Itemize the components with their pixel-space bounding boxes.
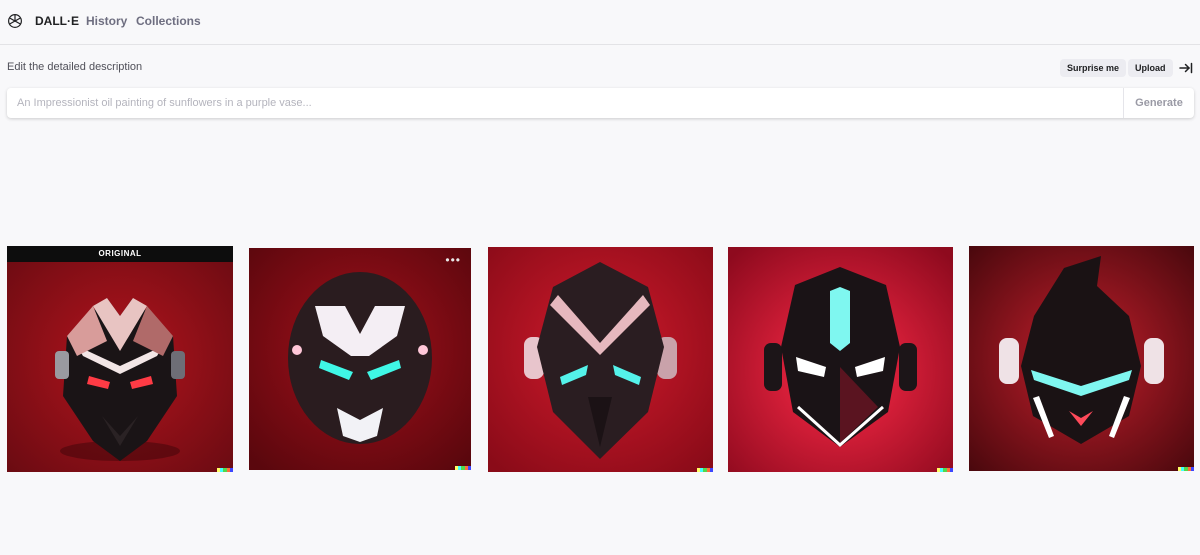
collapse-right-icon[interactable]: [1178, 60, 1194, 76]
helmet-image: [728, 247, 953, 472]
original-image[interactable]: ORIGINAL: [7, 246, 233, 472]
helmet-image: [488, 247, 713, 472]
upload-button[interactable]: Upload: [1128, 59, 1173, 77]
surprise-me-button[interactable]: Surprise me: [1060, 59, 1127, 77]
nav-collections[interactable]: Collections: [136, 14, 201, 28]
dalle-signature: [697, 468, 713, 472]
original-badge: ORIGINAL: [7, 246, 233, 262]
top-bar: DALL·E History Collections: [0, 0, 1200, 45]
openai-logo-icon[interactable]: [6, 12, 24, 30]
helmet-image: [7, 246, 233, 472]
more-options-icon[interactable]: •••: [445, 254, 461, 266]
dalle-signature: [455, 466, 471, 470]
brand-title[interactable]: DALL·E: [35, 14, 79, 28]
dalle-signature: [217, 468, 233, 472]
variation-image[interactable]: •••: [249, 248, 471, 470]
helmet-image: [249, 248, 471, 470]
dalle-signature: [1178, 467, 1194, 471]
variation-image[interactable]: [488, 247, 713, 472]
dalle-signature: [937, 468, 953, 472]
variation-image[interactable]: [728, 247, 953, 472]
prompt-box: Generate: [7, 88, 1194, 118]
description-label: Edit the detailed description: [7, 61, 143, 73]
nav-history[interactable]: History: [86, 14, 127, 28]
generate-button[interactable]: Generate: [1123, 88, 1194, 118]
prompt-input[interactable]: [7, 88, 1123, 118]
helmet-image: [969, 246, 1194, 471]
variation-image[interactable]: [969, 246, 1194, 471]
